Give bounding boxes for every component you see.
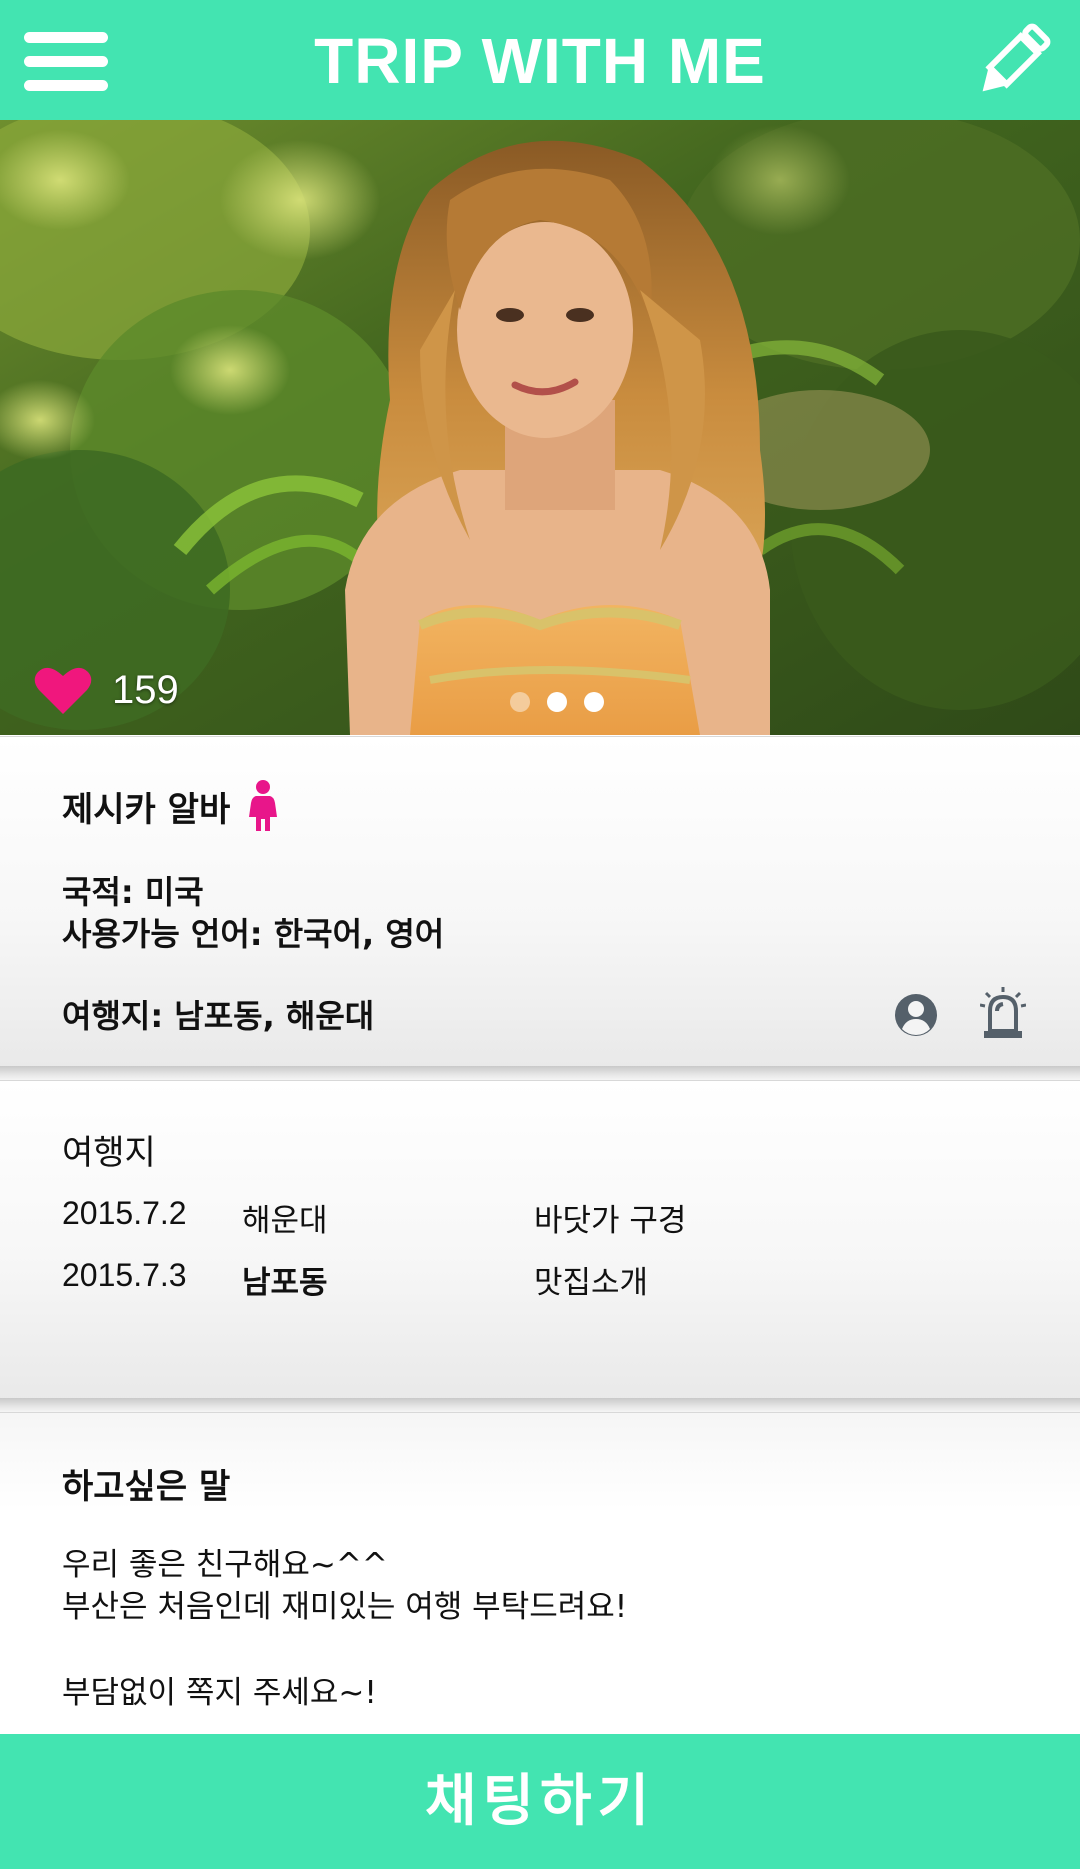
carousel-dot[interactable] (547, 692, 567, 712)
message-line: 우리 좋은 친구해요~^^ (62, 1547, 388, 1583)
trip-schedule-card: 여행지 2015.7.2 해운대 바닷가 구경 2015.7.3 남포동 맛집소… (0, 1080, 1080, 1401)
hamburger-menu-icon[interactable] (24, 30, 108, 94)
trip-place: 남포동 (242, 1265, 328, 1301)
trip-section-title: 여행지 (62, 1133, 156, 1173)
like-count: 159 (112, 667, 179, 712)
profile-info-card: 제시카 알바 국적: 미국 사용가능 언어: 한국어, 영어 여행지: 남포동,… (0, 736, 1080, 1067)
user-circle-icon[interactable] (894, 993, 938, 1037)
app-title: TRIP WITH ME (314, 25, 766, 97)
profile-photo-carousel[interactable]: 159 (0, 120, 1080, 735)
female-icon (249, 780, 278, 831)
message-section-title: 하고싶은 말 (62, 1467, 231, 1507)
trip-date: 2015.7.2 (62, 1195, 187, 1231)
message-card: 하고싶은 말 우리 좋은 친구해요~^^ 부산은 처음인데 재미있는 여행 부탁… (0, 1412, 1080, 1735)
trip-plan: 바닷가 구경 (534, 1203, 687, 1239)
carousel-dot[interactable] (510, 692, 530, 712)
trip-plan: 맛집소개 (534, 1265, 649, 1301)
alarm-siren-icon[interactable] (980, 987, 1026, 1039)
likes-counter: 159 (34, 660, 179, 720)
top-app-bar: TRIP WITH ME (0, 0, 1080, 120)
section-divider (0, 1066, 1080, 1080)
heart-icon[interactable] (34, 664, 92, 716)
person-name: 제시카 알바 (62, 789, 231, 830)
carousel-dot[interactable] (584, 692, 604, 712)
trip-row: 2015.7.3 남포동 맛집소개 (62, 1257, 962, 1301)
name-row: 제시카 알바 (62, 779, 278, 833)
pencil-icon[interactable] (970, 18, 1056, 104)
nationality-text: 국적: 미국 (62, 873, 204, 911)
trip-date: 2015.7.3 (62, 1257, 187, 1293)
languages-text: 사용가능 언어: 한국어, 영어 (62, 915, 445, 953)
destinations-text: 여행지: 남포동, 해운대 (62, 997, 375, 1035)
trip-place: 해운대 (242, 1203, 328, 1239)
chat-button[interactable]: 채팅하기 (0, 1734, 1080, 1869)
section-divider (0, 1398, 1080, 1412)
message-line: 부담없이 쪽지 주세요~! (62, 1675, 377, 1711)
message-line: 부산은 처음인데 재미있는 여행 부탁드려요! (62, 1589, 628, 1625)
profile-photo (0, 120, 1080, 735)
trip-row: 2015.7.2 해운대 바닷가 구경 (62, 1195, 962, 1239)
carousel-indicator (510, 692, 604, 712)
